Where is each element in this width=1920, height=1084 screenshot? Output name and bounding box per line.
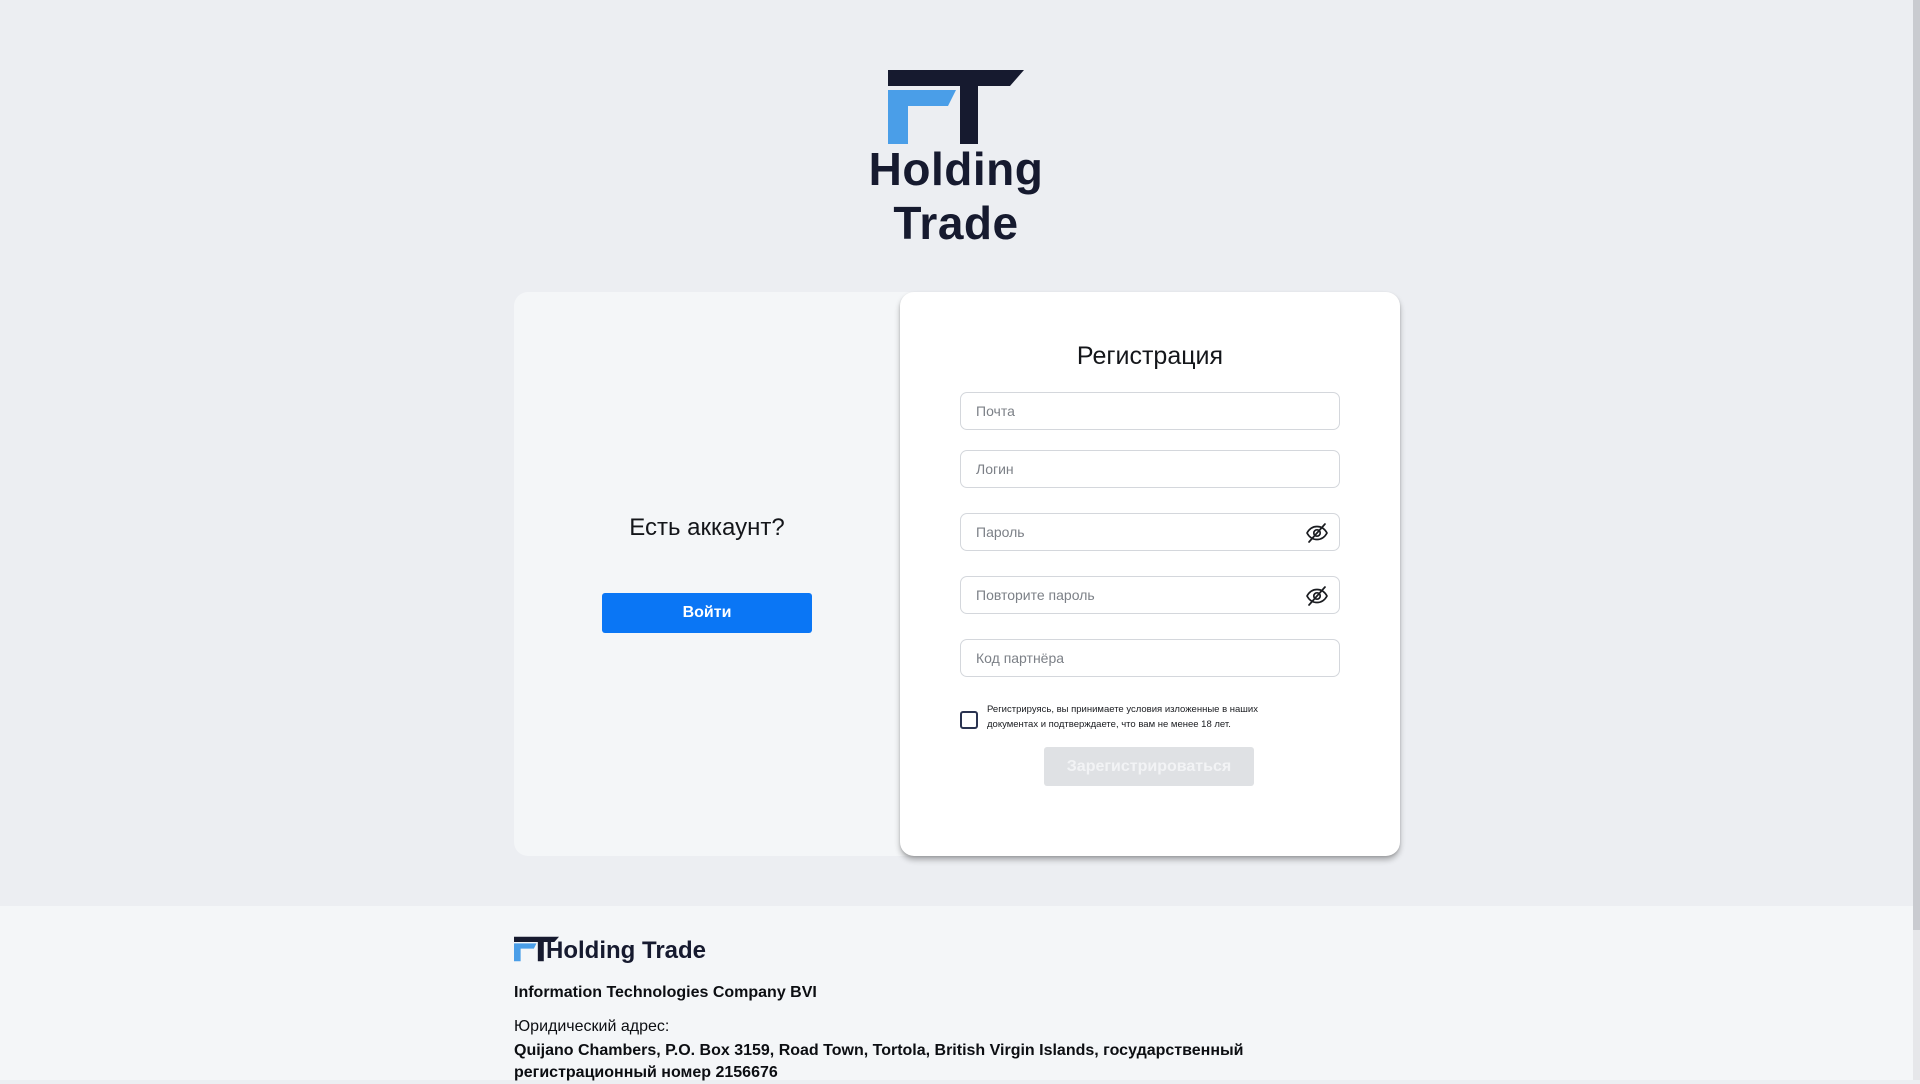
company-name: Information Technologies Company BVI bbox=[514, 984, 817, 1001]
email-field[interactable] bbox=[961, 393, 1339, 429]
auth-card: Есть аккаунт? Войти Регистрация Почта Ло… bbox=[514, 292, 1400, 856]
have-account-heading: Есть аккаунт? bbox=[629, 514, 785, 541]
legal-address-label: Юридический адрес: bbox=[514, 1018, 670, 1035]
terms-agreement: Регистрируясь, вы принимаете условия изл… bbox=[960, 702, 1340, 738]
terms-text: Регистрируясь, вы принимаете условия изл… bbox=[987, 704, 1258, 730]
scrollbar-thumb[interactable] bbox=[1913, 0, 1920, 930]
eye-slash-icon[interactable] bbox=[1305, 584, 1329, 608]
eye-slash-icon[interactable] bbox=[1305, 521, 1329, 545]
login-field[interactable] bbox=[961, 451, 1339, 487]
email-field-wrapper bbox=[960, 392, 1340, 430]
registration-title: Регистрация bbox=[1076, 342, 1224, 370]
login-panel: Есть аккаунт? Войти bbox=[514, 292, 924, 856]
registration-panel: Регистрация Почта Логин Код партнёра Рег… bbox=[900, 292, 1400, 856]
login-button[interactable]: Войти bbox=[602, 593, 812, 633]
password-field-wrapper bbox=[960, 513, 1340, 551]
partner-code-field[interactable] bbox=[961, 640, 1339, 676]
footer-logo: Holding Trade bbox=[514, 936, 774, 966]
legal-address: Quijano Chambers, P.O. Box 3159, Road To… bbox=[514, 1042, 1244, 1081]
header-logo: Holding Trade bbox=[800, 70, 1112, 249]
footer-brand-name: Holding Trade bbox=[546, 937, 707, 964]
password-field[interactable] bbox=[961, 514, 1339, 550]
ht-logo-mark-icon bbox=[888, 70, 1024, 144]
register-button[interactable]: Зарегистрироваться bbox=[1044, 747, 1254, 786]
login-field-wrapper bbox=[960, 450, 1340, 488]
repeat-password-field[interactable] bbox=[961, 577, 1339, 613]
terms-checkbox[interactable] bbox=[960, 711, 978, 729]
repeat-password-field-wrapper bbox=[960, 576, 1340, 614]
footer: Holding Trade Information Technologies C… bbox=[0, 906, 1913, 1081]
partner-code-field-wrapper bbox=[960, 639, 1340, 677]
brand-name: Holding Trade bbox=[868, 143, 1044, 249]
page-scrollbar[interactable] bbox=[1913, 0, 1920, 1080]
